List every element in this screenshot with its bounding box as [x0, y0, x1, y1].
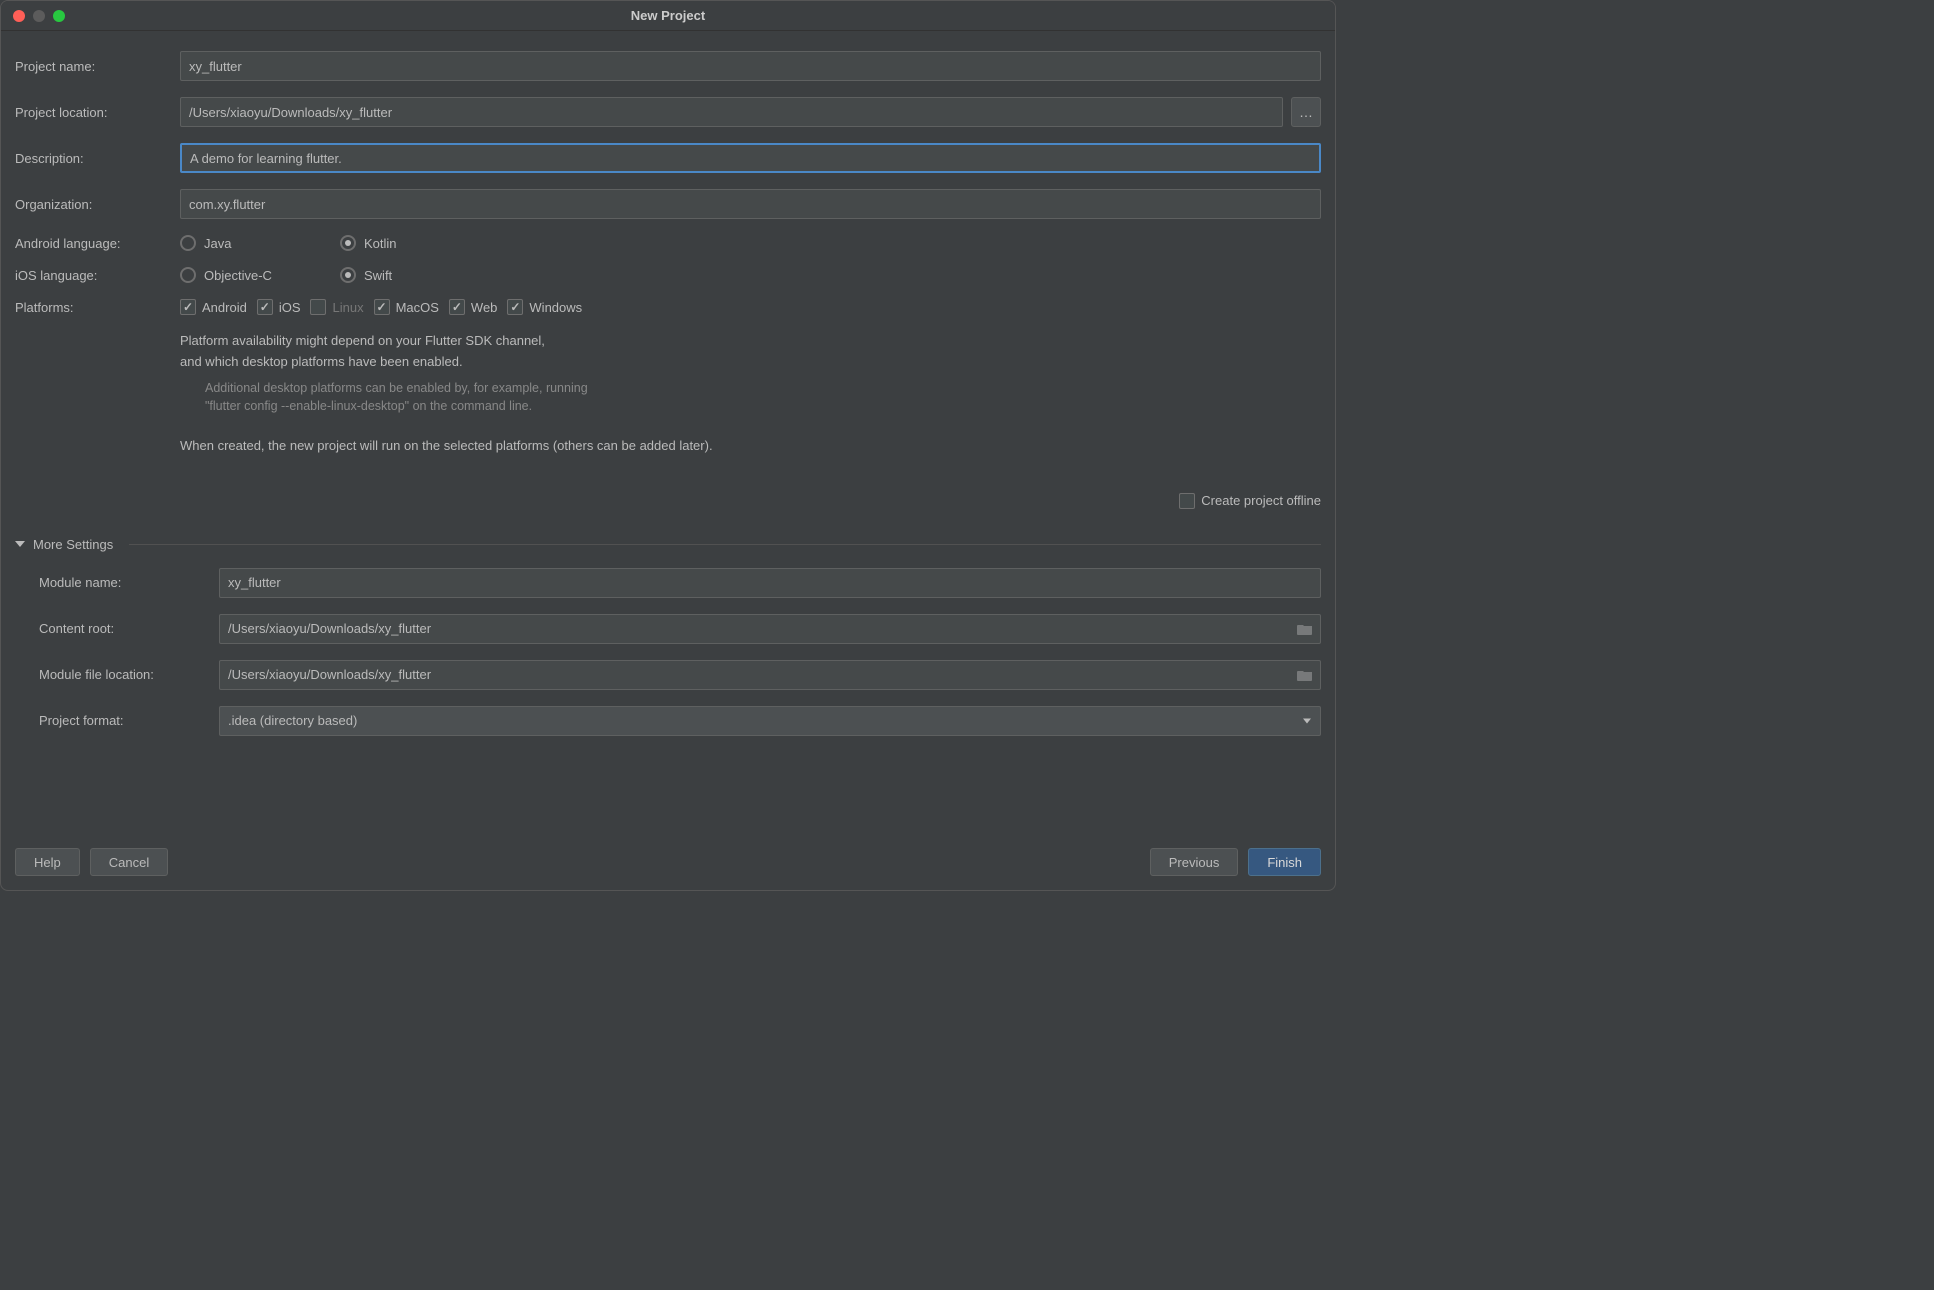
organization-label: Organization: — [15, 197, 180, 212]
more-settings-toggle[interactable]: More Settings — [15, 537, 1321, 552]
checkbox-icon — [1179, 493, 1195, 509]
module-file-location-label: Module file location: — [39, 667, 219, 682]
platform-windows-checkbox[interactable]: Windows — [507, 299, 582, 315]
window-controls — [1, 10, 65, 22]
platform-web-checkbox[interactable]: Web — [449, 299, 498, 315]
browse-location-button[interactable]: … — [1291, 97, 1321, 127]
checkbox-icon — [374, 299, 390, 315]
checkbox-label: Create project offline — [1201, 493, 1321, 508]
dialog-footer: Help Cancel Previous Finish — [1, 834, 1335, 890]
ios-objc-radio[interactable]: Objective-C — [180, 267, 272, 283]
project-location-label: Project location: — [15, 105, 180, 120]
checkbox-icon — [257, 299, 273, 315]
android-java-radio[interactable]: Java — [180, 235, 231, 251]
organization-input[interactable] — [180, 189, 1321, 219]
ios-language-label: iOS language: — [15, 268, 180, 283]
cancel-button[interactable]: Cancel — [90, 848, 168, 876]
ios-swift-radio[interactable]: Swift — [340, 267, 392, 283]
checkbox-icon — [449, 299, 465, 315]
titlebar: New Project — [1, 1, 1335, 31]
description-label: Description: — [15, 151, 180, 166]
content-root-label: Content root: — [39, 621, 219, 636]
create-offline-checkbox[interactable]: Create project offline — [1179, 493, 1321, 509]
platform-macos-checkbox[interactable]: MacOS — [374, 299, 439, 315]
minimize-window-icon — [33, 10, 45, 22]
platform-linux-checkbox[interactable]: Linux — [310, 299, 363, 315]
project-format-label: Project format: — [39, 713, 219, 728]
more-settings-panel: Module name: Content root: Module file l… — [15, 568, 1321, 752]
finish-button[interactable]: Finish — [1248, 848, 1321, 876]
platform-info-subtext: Additional desktop platforms can be enab… — [205, 379, 1321, 417]
checkbox-label: MacOS — [396, 300, 439, 315]
module-name-label: Module name: — [39, 575, 219, 590]
android-language-label: Android language: — [15, 236, 180, 251]
close-window-icon[interactable] — [13, 10, 25, 22]
radio-icon — [180, 235, 196, 251]
folder-icon[interactable] — [1297, 623, 1313, 635]
select-value: .idea (directory based) — [219, 706, 1321, 736]
new-project-dialog: New Project Project name: Project locati… — [0, 0, 1336, 891]
platform-android-checkbox[interactable]: Android — [180, 299, 247, 315]
project-location-input[interactable] — [180, 97, 1283, 127]
project-format-select[interactable]: .idea (directory based) — [219, 706, 1321, 736]
folder-icon[interactable] — [1297, 669, 1313, 681]
radio-label: Objective-C — [204, 268, 272, 283]
more-settings-label: More Settings — [33, 537, 113, 552]
radio-icon — [180, 267, 196, 283]
platform-ios-checkbox[interactable]: iOS — [257, 299, 301, 315]
android-kotlin-radio[interactable]: Kotlin — [340, 235, 397, 251]
window-title: New Project — [631, 8, 705, 23]
previous-button[interactable]: Previous — [1150, 848, 1239, 876]
project-name-input[interactable] — [180, 51, 1321, 81]
checkbox-icon — [310, 299, 326, 315]
checkbox-icon — [507, 299, 523, 315]
ellipsis-icon: … — [1299, 104, 1313, 120]
dialog-content: Project name: Project location: … Descri… — [1, 31, 1335, 834]
chevron-down-icon — [1303, 718, 1311, 723]
module-file-location-input[interactable] — [219, 660, 1321, 690]
description-input[interactable] — [180, 143, 1321, 173]
project-name-label: Project name: — [15, 59, 180, 74]
checkbox-icon — [180, 299, 196, 315]
checkbox-label: Linux — [332, 300, 363, 315]
radio-icon — [340, 267, 356, 283]
platform-info-text-2: When created, the new project will run o… — [180, 436, 1321, 457]
radio-label: Kotlin — [364, 236, 397, 251]
radio-label: Java — [204, 236, 231, 251]
checkbox-label: Web — [471, 300, 498, 315]
help-button[interactable]: Help — [15, 848, 80, 876]
radio-icon — [340, 235, 356, 251]
checkbox-label: iOS — [279, 300, 301, 315]
platforms-label: Platforms: — [15, 300, 180, 315]
platform-info-text: Platform availability might depend on yo… — [180, 331, 1321, 373]
checkbox-label: Windows — [529, 300, 582, 315]
content-root-input[interactable] — [219, 614, 1321, 644]
module-name-input[interactable] — [219, 568, 1321, 598]
divider — [129, 544, 1321, 545]
chevron-down-icon — [15, 541, 25, 547]
maximize-window-icon[interactable] — [53, 10, 65, 22]
checkbox-label: Android — [202, 300, 247, 315]
radio-label: Swift — [364, 268, 392, 283]
